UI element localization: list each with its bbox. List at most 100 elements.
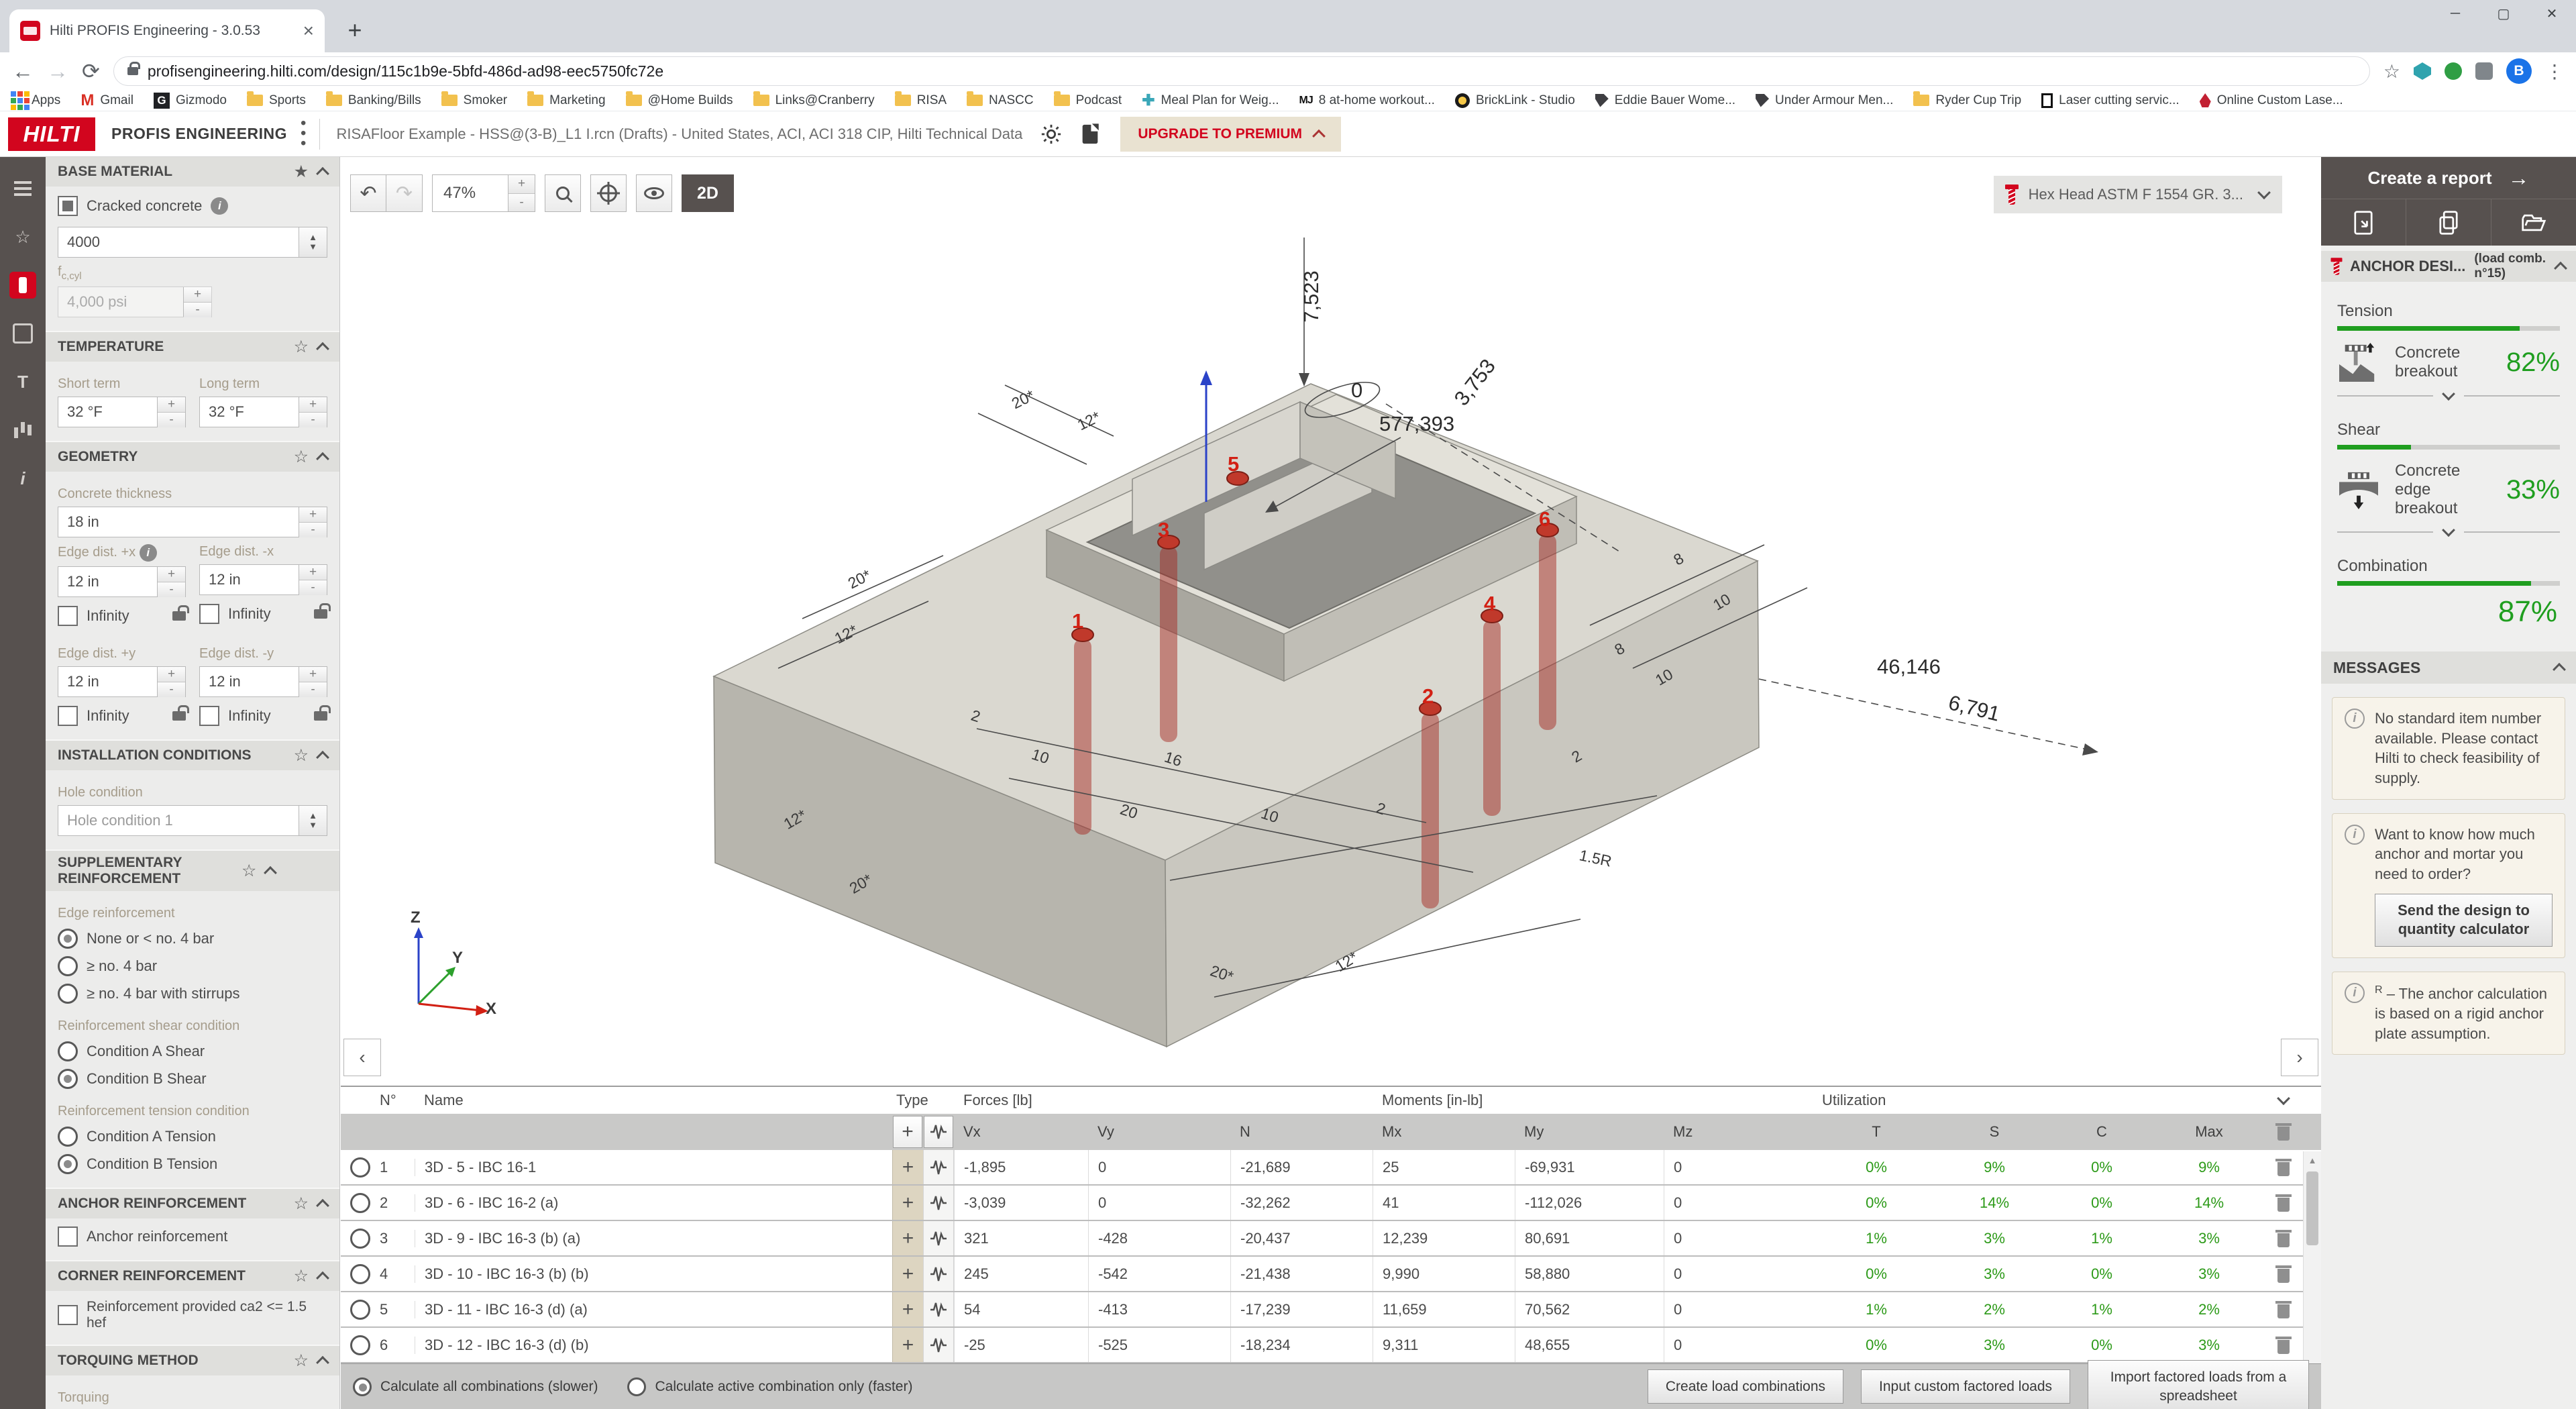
open-design-button[interactable] [2491,199,2576,246]
collapse-table-chevron-icon[interactable] [2263,1087,2304,1114]
restore-button[interactable]: ▢ [2479,0,2528,27]
import-factored-loads-button[interactable]: Import factored loads from a spreadsheet [2088,1360,2309,1409]
input-custom-factored-loads-button[interactable]: Input custom factored loads [1861,1369,2070,1404]
unlocked-padlock-icon[interactable] [172,605,189,621]
collapse-chevron-icon[interactable] [2554,261,2567,275]
anchor-design-section-header[interactable]: ANCHOR DESI... (load comb. n°15) [2321,251,2576,282]
tab-close-icon[interactable]: × [303,21,314,40]
back-icon[interactable]: ← [12,60,34,82]
expand-chevron-icon[interactable] [2442,523,2455,537]
favorite-star-icon[interactable]: ☆ [294,338,309,356]
row-select-radio[interactable] [350,1263,370,1284]
collapse-chevron-icon[interactable] [316,452,329,466]
bookmark-star-icon[interactable]: ☆ [2383,60,2400,83]
stepper-icon[interactable]: + - [299,565,327,595]
unlocked-padlock-icon[interactable] [172,705,189,721]
zoom-control[interactable]: 47% + - [432,174,535,212]
row-select-radio[interactable] [350,1299,370,1320]
infinity-checkbox[interactable] [199,706,219,726]
radio-button[interactable] [58,1041,78,1062]
radio-button[interactable] [58,956,78,977]
calculation-mode-option[interactable]: Calculate active combination only (faste… [627,1377,912,1396]
bookmark-item[interactable]: Banking/Bills [325,91,421,108]
send-to-quantity-calculator-button[interactable]: Send the design to quantity calculator [2375,893,2553,947]
stepper-icon[interactable]: + - [299,397,327,427]
stepper-icon[interactable]: + - [299,667,327,697]
favorite-star-icon[interactable]: ☆ [294,1267,309,1285]
info-icon[interactable]: i [211,197,229,215]
concrete-thickness-input[interactable]: 18 in + - [58,507,327,537]
prev-view-button[interactable]: ‹ [343,1039,381,1076]
scrollbar-thumb[interactable] [2306,1171,2318,1245]
favorite-star-icon[interactable]: ☆ [294,1352,309,1369]
2d-view-button[interactable]: 2D [682,174,734,212]
radio-button[interactable] [58,984,78,1004]
scroll-up-icon[interactable]: ▲ [2304,1151,2321,1169]
create-report-button[interactable]: Create a report → [2321,157,2576,199]
collapse-chevron-icon[interactable] [316,1356,329,1370]
profile-avatar[interactable]: B [2506,58,2532,84]
bookmark-item[interactable]: Online Custom Lase... [2199,93,2343,108]
cracked-concrete-checkbox[interactable] [58,196,78,216]
export-document-icon[interactable] [1080,122,1100,146]
close-button[interactable]: ✕ [2528,0,2576,27]
export-design-button[interactable] [2321,199,2406,246]
app-menu-icon[interactable]: • • • [301,115,306,152]
rail-module-icon[interactable] [9,174,37,203]
load-combination-row[interactable]: 4 3D - 10 - IBC 16-3 (b) (b) + 245 -542 … [341,1257,2321,1292]
edge-distance-input[interactable]: 12 in + - [199,564,327,595]
bookmark-item[interactable]: Laser cutting servic... [2041,93,2180,108]
settings-gear-icon[interactable] [1040,123,1063,146]
rail-module-icon[interactable] [9,271,37,299]
delete-row-icon[interactable] [2263,1328,2304,1362]
extension-icon[interactable] [2475,62,2493,80]
next-view-button[interactable]: › [2281,1039,2318,1076]
bookmark-item[interactable]: Links@Cranberry [753,91,875,108]
radio-button[interactable] [58,929,78,949]
rail-module-icon[interactable]: ☆ [9,223,37,251]
infinity-checkbox[interactable] [58,606,78,626]
rail-module-icon[interactable] [9,368,37,396]
collapse-chevron-icon[interactable] [316,1199,329,1213]
table-scrollbar[interactable]: ▲ [2303,1151,2321,1363]
load-combination-row[interactable]: 6 3D - 12 - IBC 16-3 (d) (b) + -25 -525 … [341,1328,2321,1363]
model-viewport[interactable]: 7,523 0 577,393 3,753 20* 12* 5 3 6 1 4 2 20* 12* 2 10 1… [341,157,2321,1086]
bookmark-item[interactable]: RISA [894,91,947,108]
row-select-radio[interactable] [350,1157,370,1178]
collapse-chevron-icon[interactable] [316,750,329,764]
load-combination-row[interactable]: 2 3D - 6 - IBC 16-2 (a) + -3,039 0 -32,2… [341,1186,2321,1221]
shear-condition-option[interactable]: Condition A Shear [58,1041,327,1062]
delete-row-icon[interactable] [2263,1221,2304,1255]
delete-row-icon[interactable] [2263,1292,2304,1326]
visibility-button[interactable] [636,174,672,212]
secure-padlock-icon[interactable] [127,62,140,75]
infinity-checkbox[interactable] [58,706,78,726]
bookmark-item[interactable]: Sports [246,91,306,108]
stepper-icon[interactable]: + - [157,567,185,597]
shear-condition-option[interactable]: Condition B Shear [58,1069,327,1090]
infinity-checkbox[interactable] [199,604,219,624]
zoom-search-button[interactable] [545,174,581,212]
bookmark-item[interactable]: ✚ Meal Plan for Weig... [1142,91,1279,109]
bookmark-item[interactable]: Eddie Bauer Wome... [1595,93,1735,108]
bookmark-item[interactable]: NASCC [967,91,1034,108]
load-combination-row[interactable]: 1 3D - 5 - IBC 16-1 + -1,895 0 -21,689 2… [341,1150,2321,1186]
delete-all-icon[interactable] [2263,1114,2304,1150]
edge-distance-input[interactable]: 12 in + - [58,666,186,697]
delete-row-icon[interactable] [2263,1257,2304,1291]
static-load-filter-button[interactable]: + [893,1116,922,1148]
url-field[interactable]: profisengineering.hilti.com/design/115c1… [113,56,2370,86]
tension-condition-option[interactable]: Condition B Tension [58,1154,327,1175]
zoom-stepper-icon[interactable]: + - [508,175,535,211]
rail-module-icon[interactable] [9,416,37,444]
collapse-chevron-icon[interactable] [2553,662,2566,676]
messages-section-header[interactable]: MESSAGES [2321,651,2576,684]
favorite-star-icon[interactable]: ☆ [294,1195,309,1212]
stepper-icon[interactable]: + - [299,507,327,537]
bookmark-item[interactable]: Smoker [441,91,507,108]
unlocked-padlock-icon[interactable] [314,603,331,619]
bookmark-item[interactable]: Marketing [527,91,606,108]
load-combination-row[interactable]: 3 3D - 9 - IBC 16-3 (b) (a) + 321 -428 -… [341,1221,2321,1257]
row-select-radio[interactable] [350,1192,370,1213]
collapse-chevron-icon[interactable] [264,866,278,880]
